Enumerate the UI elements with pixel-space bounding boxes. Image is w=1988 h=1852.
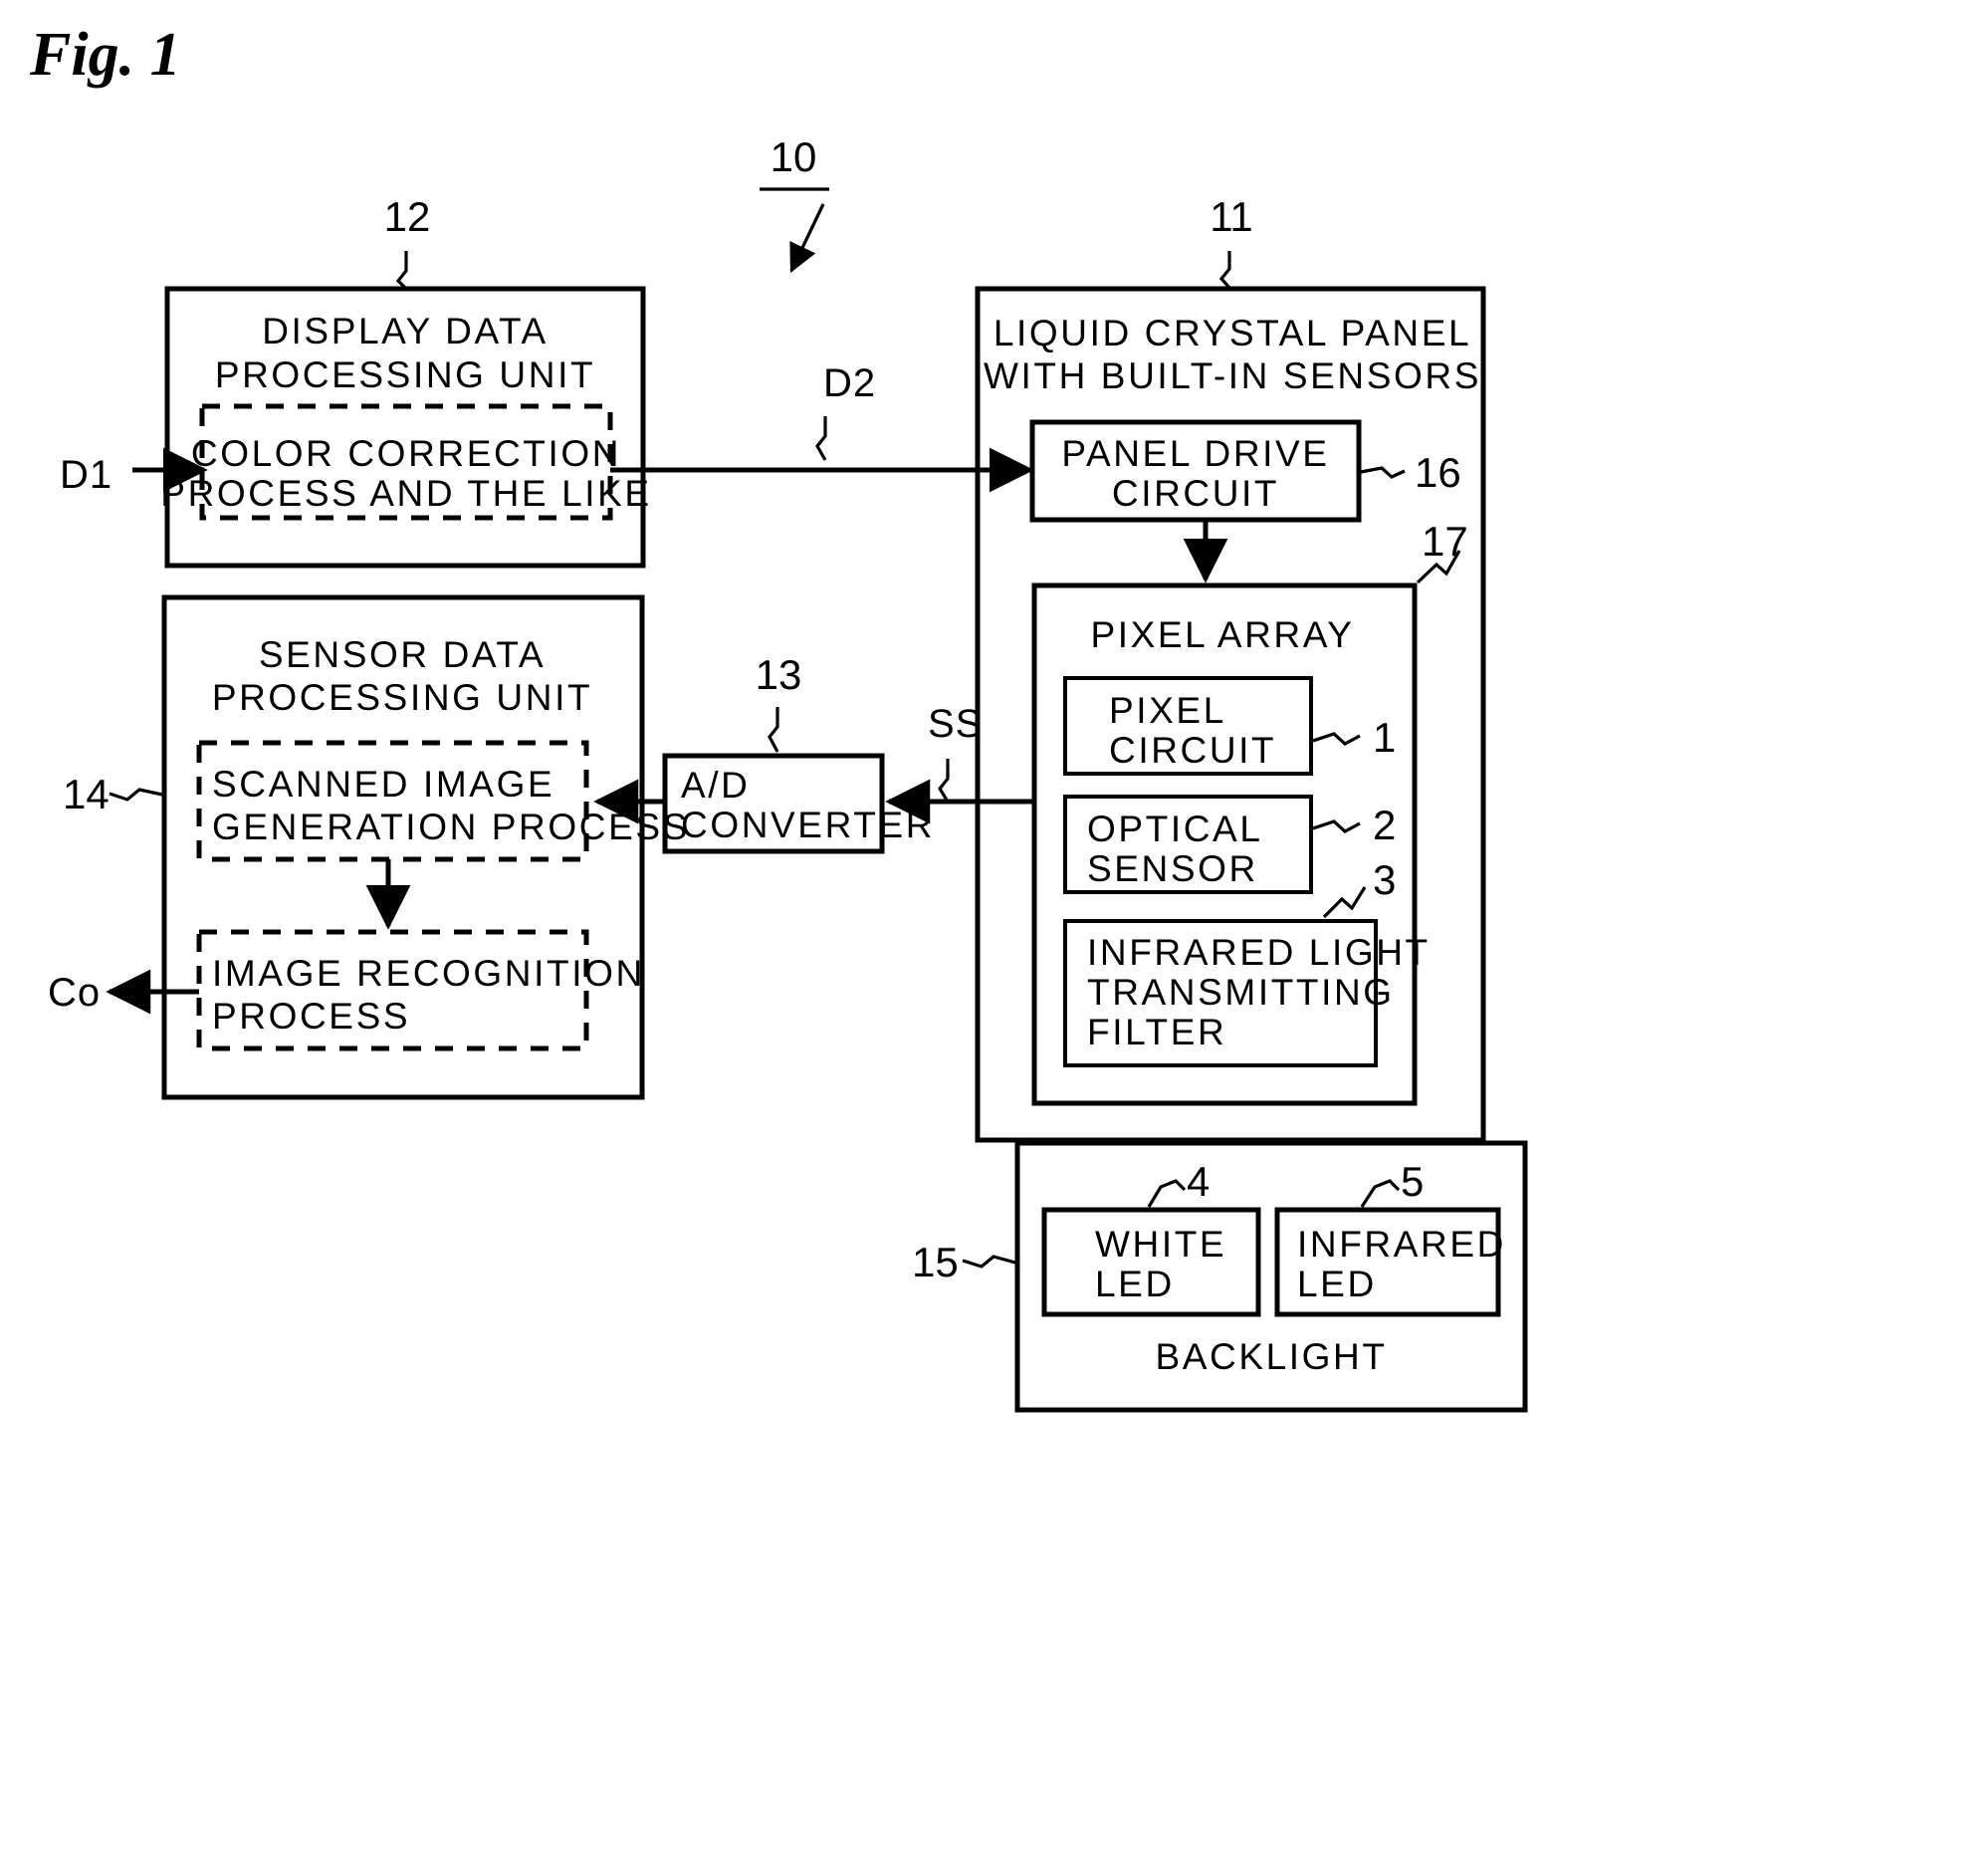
figure-canvas: Fig. 1 10 12 11 DISPLAY DATA PROCESSING … [29,21,1528,1413]
reference-label-panel-drive: 16 [1415,449,1461,496]
reference-label-pixel-circuit: 1 [1373,714,1396,761]
signal-label-ss: SS [928,702,983,746]
ir-filter-line2: TRANSMITTING [1087,972,1395,1013]
sensor-unit-title-line1: SENSOR DATA [259,634,546,675]
panel-drive-line2: CIRCUIT [1112,473,1279,514]
reference-label-panel: 11 [1210,193,1253,240]
infrared-led-line2: LED [1297,1264,1377,1304]
white-led-leader [1147,1179,1187,1208]
reference-label-sensor-unit: 14 [63,771,110,817]
display-unit-leader [395,251,408,291]
reference-label-white-led: 4 [1187,1158,1210,1205]
figure-title: Fig. 1 [29,21,181,89]
reference-label-display-unit: 12 [384,193,431,240]
sensor-unit-title-line2: PROCESSING UNIT [212,677,592,718]
lcd-panel-title-line1: LIQUID CRYSTAL PANEL [994,313,1471,353]
pixel-circuit-line2: CIRCUIT [1109,730,1276,771]
ir-filter-leader [1322,886,1367,919]
color-correction-line1: COLOR CORRECTION [191,433,621,474]
ss-leader [938,759,950,803]
reference-label-ir-filter: 3 [1373,856,1396,903]
pixel-circuit-line1: PIXEL [1109,690,1226,731]
d2-leader [815,416,827,461]
system-callout-arrow [789,203,825,274]
reference-label-backlight: 15 [912,1239,959,1285]
infrared-led-line1: INFRARED [1297,1224,1506,1265]
pixel-circuit-leader [1312,732,1361,746]
ad-converter-leader [768,707,779,753]
signal-label-d1: D1 [60,453,112,497]
sensor-unit-leader [109,788,163,802]
optical-sensor-leader [1312,819,1361,833]
panel-drive-line1: PANEL DRIVE [1061,433,1329,474]
reference-label-system: 10 [771,133,817,180]
scanned-image-line2: GENERATION PROCESS [212,807,690,847]
optical-sensor-line2: SENSOR [1087,848,1258,889]
image-recognition-line2: PROCESS [212,996,410,1037]
ir-filter-line3: FILTER [1087,1012,1226,1052]
ad-converter-line2: CONVERTER [681,805,935,845]
pixel-array-title: PIXEL ARRAY [1090,614,1354,655]
lcd-panel-title-line2: WITH BUILT-IN SENSORS [984,355,1481,396]
panel-drive-leader [1360,466,1406,479]
color-correction-line2: PROCESS AND THE LIKE [160,473,651,514]
signal-label-d2: D2 [823,361,876,405]
white-led-line1: WHITE [1095,1224,1226,1265]
reference-label-pixel-array: 17 [1422,518,1468,565]
ir-filter-line1: INFRARED LIGHT [1087,932,1431,973]
panel-leader [1218,251,1231,290]
optical-sensor-line1: OPTICAL [1087,809,1263,849]
display-unit-title-line2: PROCESSING UNIT [215,354,595,395]
scanned-image-line1: SCANNED IMAGE [212,764,554,805]
display-unit-title-line1: DISPLAY DATA [262,311,549,351]
reference-label-ad-converter: 13 [756,651,802,698]
backlight-leader [962,1255,1016,1269]
white-led-line2: LED [1095,1264,1175,1304]
ad-converter-line1: A/D [681,765,750,806]
backlight-label: BACKLIGHT [1155,1336,1387,1377]
patent-figure-page: Fig. 1 10 12 11 DISPLAY DATA PROCESSING … [0,0,1988,1852]
image-recognition-line1: IMAGE RECOGNITION [212,953,645,994]
signal-label-co: Co [48,971,101,1015]
reference-label-optical-sensor: 2 [1373,802,1396,848]
infrared-led-leader [1360,1179,1401,1208]
reference-label-infrared-led: 5 [1401,1158,1424,1205]
